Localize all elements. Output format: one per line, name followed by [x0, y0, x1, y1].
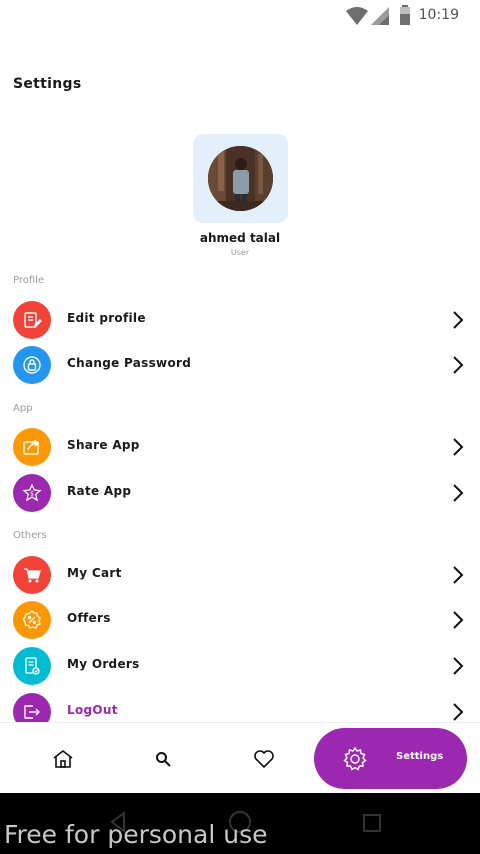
chevron-right-icon — [453, 311, 464, 329]
chevron-right-icon — [453, 657, 464, 675]
share-icon — [13, 428, 51, 466]
share-app-row[interactable]: Share App — [0, 425, 480, 469]
edit-profile-label: Edit profile — [67, 311, 146, 325]
chevron-right-icon — [453, 484, 464, 502]
watermark: Free for personal use — [4, 820, 268, 849]
lock-icon — [13, 346, 51, 384]
user-name: ahmed talal — [199, 231, 281, 245]
gear-icon — [343, 746, 367, 771]
nav-settings-label: Settings — [396, 751, 444, 762]
home-icon — [53, 749, 73, 768]
offer-badge-icon — [13, 601, 51, 639]
my-cart-label: My Cart — [67, 566, 122, 580]
recents-icon[interactable] — [362, 813, 382, 833]
bottom-nav: Settings — [0, 722, 480, 793]
chevron-right-icon — [453, 611, 464, 629]
search-icon — [156, 751, 171, 767]
chevron-right-icon — [453, 566, 464, 584]
edit-profile-icon — [13, 301, 51, 339]
battery-icon — [400, 5, 410, 25]
signal-icon — [371, 7, 389, 25]
share-app-label: Share App — [67, 438, 140, 452]
nav-home[interactable] — [38, 723, 88, 794]
avatar-card[interactable] — [193, 134, 288, 223]
change-password-label: Change Password — [67, 356, 192, 370]
offers-row[interactable]: Offers — [0, 598, 480, 642]
status-bar: 10:19 — [0, 0, 480, 32]
section-label-profile: Profile — [13, 275, 45, 286]
nav-settings[interactable]: Settings — [314, 728, 467, 789]
nav-search[interactable] — [138, 723, 188, 794]
change-password-row[interactable]: Change Password — [0, 343, 480, 387]
nav-favorites[interactable] — [239, 723, 289, 794]
page-title: Settings — [13, 76, 82, 92]
edit-profile-row[interactable]: Edit profile — [0, 298, 480, 342]
avatar — [208, 146, 273, 211]
rate-app-label: Rate App — [67, 484, 132, 498]
star-icon: $ — [13, 474, 51, 512]
svg-text:$: $ — [30, 491, 34, 498]
cart-icon — [13, 556, 51, 594]
my-cart-row[interactable]: My Cart — [0, 553, 480, 597]
chevron-right-icon — [453, 703, 464, 721]
rate-app-row[interactable]: $ Rate App — [0, 471, 480, 515]
my-orders-row[interactable]: My Orders — [0, 644, 480, 688]
wifi-icon — [346, 7, 368, 25]
offers-label: Offers — [67, 611, 111, 625]
chevron-right-icon — [453, 356, 464, 374]
section-label-others: Others — [13, 530, 47, 541]
orders-icon — [13, 647, 51, 685]
my-orders-label: My Orders — [67, 657, 140, 671]
status-time: 10:19 — [418, 7, 459, 23]
user-role: User — [230, 248, 250, 257]
logout-label: LogOut — [67, 703, 118, 717]
section-label-app: App — [13, 403, 33, 414]
heart-icon — [254, 749, 274, 768]
chevron-right-icon — [453, 438, 464, 456]
